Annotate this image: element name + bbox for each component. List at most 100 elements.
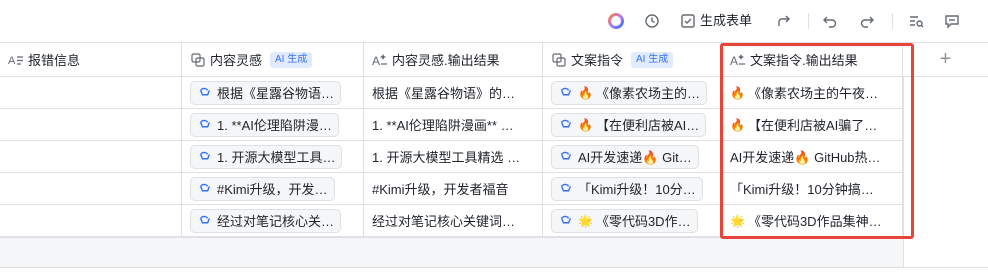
toolbar-divider bbox=[808, 13, 809, 29]
cell-copy-output[interactable]: 🌟 《零代码3D作品集神… bbox=[722, 205, 903, 237]
ai-record-icon bbox=[558, 213, 574, 229]
link-field-icon bbox=[190, 52, 206, 68]
cell-text: 根据《星露谷物语》的… bbox=[372, 86, 516, 101]
grid-footer bbox=[0, 237, 903, 267]
cell-text: 「Kimi升级！10分钟搞… bbox=[730, 182, 874, 197]
svg-text:A: A bbox=[730, 54, 738, 68]
ai-record-icon bbox=[197, 85, 213, 101]
toolbar-divider bbox=[892, 13, 893, 29]
ai-text-field-icon: A bbox=[730, 52, 746, 68]
chip-label: #Kimi升级，开发… bbox=[217, 182, 328, 197]
cell-inspiration[interactable]: 根据《星露谷物语… bbox=[182, 77, 364, 109]
linked-record-chip[interactable]: AI开发速递🔥 Git… bbox=[551, 144, 699, 169]
ai-record-icon bbox=[197, 181, 213, 197]
cell-error-info[interactable] bbox=[0, 205, 182, 237]
column-header-label: 文案指令.输出结果 bbox=[750, 53, 858, 68]
linked-record-chip[interactable]: 🔥 《像素农场主的… bbox=[551, 80, 707, 105]
emoji-icon: 🌟 bbox=[578, 213, 593, 228]
linked-record-chip[interactable]: 1. 开源大模型工具… bbox=[190, 144, 343, 169]
cell-error-info[interactable] bbox=[0, 77, 182, 109]
svg-text:A: A bbox=[372, 54, 380, 68]
cell-inspiration-output[interactable]: 根据《星露谷物语》的… bbox=[364, 77, 543, 109]
emoji-icon: 🔥 bbox=[578, 85, 593, 100]
linked-record-chip[interactable]: 经过对笔记核心关… bbox=[190, 208, 342, 233]
redo-icon[interactable] bbox=[857, 11, 877, 31]
column-header-label: 报错信息 bbox=[28, 53, 81, 68]
cell-copy-output[interactable]: 🔥 【在便利店被AI骗了… bbox=[722, 109, 903, 141]
linked-record-chip[interactable]: 🔥 【在便利店被AI… bbox=[551, 112, 707, 137]
toolbar: 生成表单 bbox=[0, 0, 988, 42]
chip-label: 经过对笔记核心关… bbox=[217, 214, 335, 229]
emoji-icon: 🔥 bbox=[730, 117, 745, 132]
ai-assistant-icon[interactable] bbox=[606, 11, 626, 31]
cell-inspiration-output[interactable]: #Kimi升级，开发者福音 bbox=[364, 173, 543, 205]
column-header-copy-instruction[interactable]: 文案指令 AI 生成 bbox=[543, 42, 722, 77]
add-column-button[interactable]: + bbox=[903, 42, 988, 77]
text-field-icon: A bbox=[8, 52, 24, 68]
linked-record-chip[interactable]: 「Kimi升级！10分… bbox=[551, 176, 703, 201]
cell-inspiration-output[interactable]: 1. **AI伦理陷阱漫画** … bbox=[364, 109, 543, 141]
comment-icon[interactable] bbox=[942, 11, 962, 31]
linked-record-chip[interactable]: 根据《星露谷物语… bbox=[190, 80, 342, 105]
cell-error-info[interactable] bbox=[0, 141, 182, 173]
cell-text: 经过对笔记核心关键词… bbox=[372, 214, 516, 229]
grid-right-padding bbox=[903, 77, 988, 267]
chip-label: 「Kimi升级！10分… bbox=[578, 182, 696, 197]
cell-inspiration[interactable]: 1. **AI伦理陷阱漫… bbox=[182, 109, 364, 141]
chip-label: 根据《星露谷物语… bbox=[217, 86, 335, 101]
link-field-icon bbox=[551, 52, 567, 68]
cell-copy-output[interactable]: AI开发速递🔥 GitHub热… bbox=[722, 141, 903, 173]
ai-record-icon bbox=[558, 181, 574, 197]
ai-record-icon bbox=[197, 117, 213, 133]
column-header-inspiration[interactable]: 内容灵感 AI 生成 bbox=[182, 42, 364, 77]
cell-copy-instruction[interactable]: 🔥 《像素农场主的… bbox=[543, 77, 722, 109]
column-header-label: 文案指令 bbox=[571, 53, 624, 68]
linked-record-chip[interactable]: #Kimi升级，开发… bbox=[190, 176, 335, 201]
emoji-icon: 🔥 bbox=[730, 85, 745, 100]
cell-copy-output[interactable]: 🔥 《像素农场主的午夜… bbox=[722, 77, 903, 109]
column-header-label: 内容灵感 bbox=[210, 53, 263, 68]
cell-copy-output[interactable]: 「Kimi升级！10分钟搞… bbox=[722, 173, 903, 205]
cell-inspiration[interactable]: #Kimi升级，开发… bbox=[182, 173, 364, 205]
ai-generate-badge: AI 生成 bbox=[270, 51, 313, 68]
undo-icon[interactable] bbox=[820, 11, 840, 31]
cell-copy-instruction[interactable]: AI开发速递🔥 Git… bbox=[543, 141, 722, 173]
form-icon[interactable] bbox=[678, 11, 698, 31]
cell-text: 1. 开源大模型工具精选 … bbox=[372, 150, 521, 165]
linked-record-chip[interactable]: 🌟 《零代码3D作… bbox=[551, 208, 698, 233]
emoji-icon: 🔥 bbox=[578, 117, 593, 132]
chip-label: 1. 开源大模型工具… bbox=[217, 150, 336, 165]
cell-copy-instruction[interactable]: 🔥 【在便利店被AI… bbox=[543, 109, 722, 141]
column-header-copy-output[interactable]: A 文案指令.输出结果 bbox=[722, 42, 903, 77]
cell-text: AI开发速递🔥 GitHub热… bbox=[730, 150, 881, 165]
generate-form-button[interactable]: 生成表单 bbox=[700, 13, 752, 29]
cell-text: 【在便利店被AI骗了… bbox=[747, 118, 878, 133]
data-grid: A 报错信息 内容灵感 AI 生成 A 内容灵感.输出结果 文案指令 AI 生成… bbox=[0, 42, 988, 237]
column-header-label: 内容灵感.输出结果 bbox=[392, 53, 500, 68]
cell-text: 《像素农场主的午夜… bbox=[747, 86, 878, 101]
ai-record-icon bbox=[558, 85, 574, 101]
automation-history-icon[interactable] bbox=[642, 11, 662, 31]
cell-error-info[interactable] bbox=[0, 173, 182, 205]
cell-inspiration[interactable]: 1. 开源大模型工具… bbox=[182, 141, 364, 173]
ai-record-icon bbox=[558, 117, 574, 133]
cell-error-info[interactable] bbox=[0, 109, 182, 141]
chip-label: 【在便利店被AI… bbox=[595, 118, 700, 133]
linked-record-chip[interactable]: 1. **AI伦理陷阱漫… bbox=[190, 112, 339, 137]
filter-search-icon[interactable] bbox=[906, 11, 926, 31]
ai-record-icon bbox=[197, 149, 213, 165]
cell-inspiration-output[interactable]: 1. 开源大模型工具精选 … bbox=[364, 141, 543, 173]
cell-copy-instruction[interactable]: 🌟 《零代码3D作… bbox=[543, 205, 722, 237]
ai-text-field-icon: A bbox=[372, 52, 388, 68]
cell-inspiration-output[interactable]: 经过对笔记核心关键词… bbox=[364, 205, 543, 237]
cell-copy-instruction[interactable]: 「Kimi升级！10分… bbox=[543, 173, 722, 205]
share-icon[interactable] bbox=[774, 11, 794, 31]
chip-label: 1. **AI伦理陷阱漫… bbox=[217, 118, 332, 133]
column-header-error-info[interactable]: A 报错信息 bbox=[0, 42, 182, 77]
chip-label: 《像素农场主的… bbox=[595, 86, 700, 101]
emoji-icon: 🌟 bbox=[730, 213, 745, 228]
column-header-inspiration-output[interactable]: A 内容灵感.输出结果 bbox=[364, 42, 543, 77]
cell-inspiration[interactable]: 经过对笔记核心关… bbox=[182, 205, 364, 237]
bottom-scroll-area[interactable] bbox=[0, 267, 988, 279]
cell-text: 1. **AI伦理陷阱漫画** … bbox=[372, 118, 514, 133]
